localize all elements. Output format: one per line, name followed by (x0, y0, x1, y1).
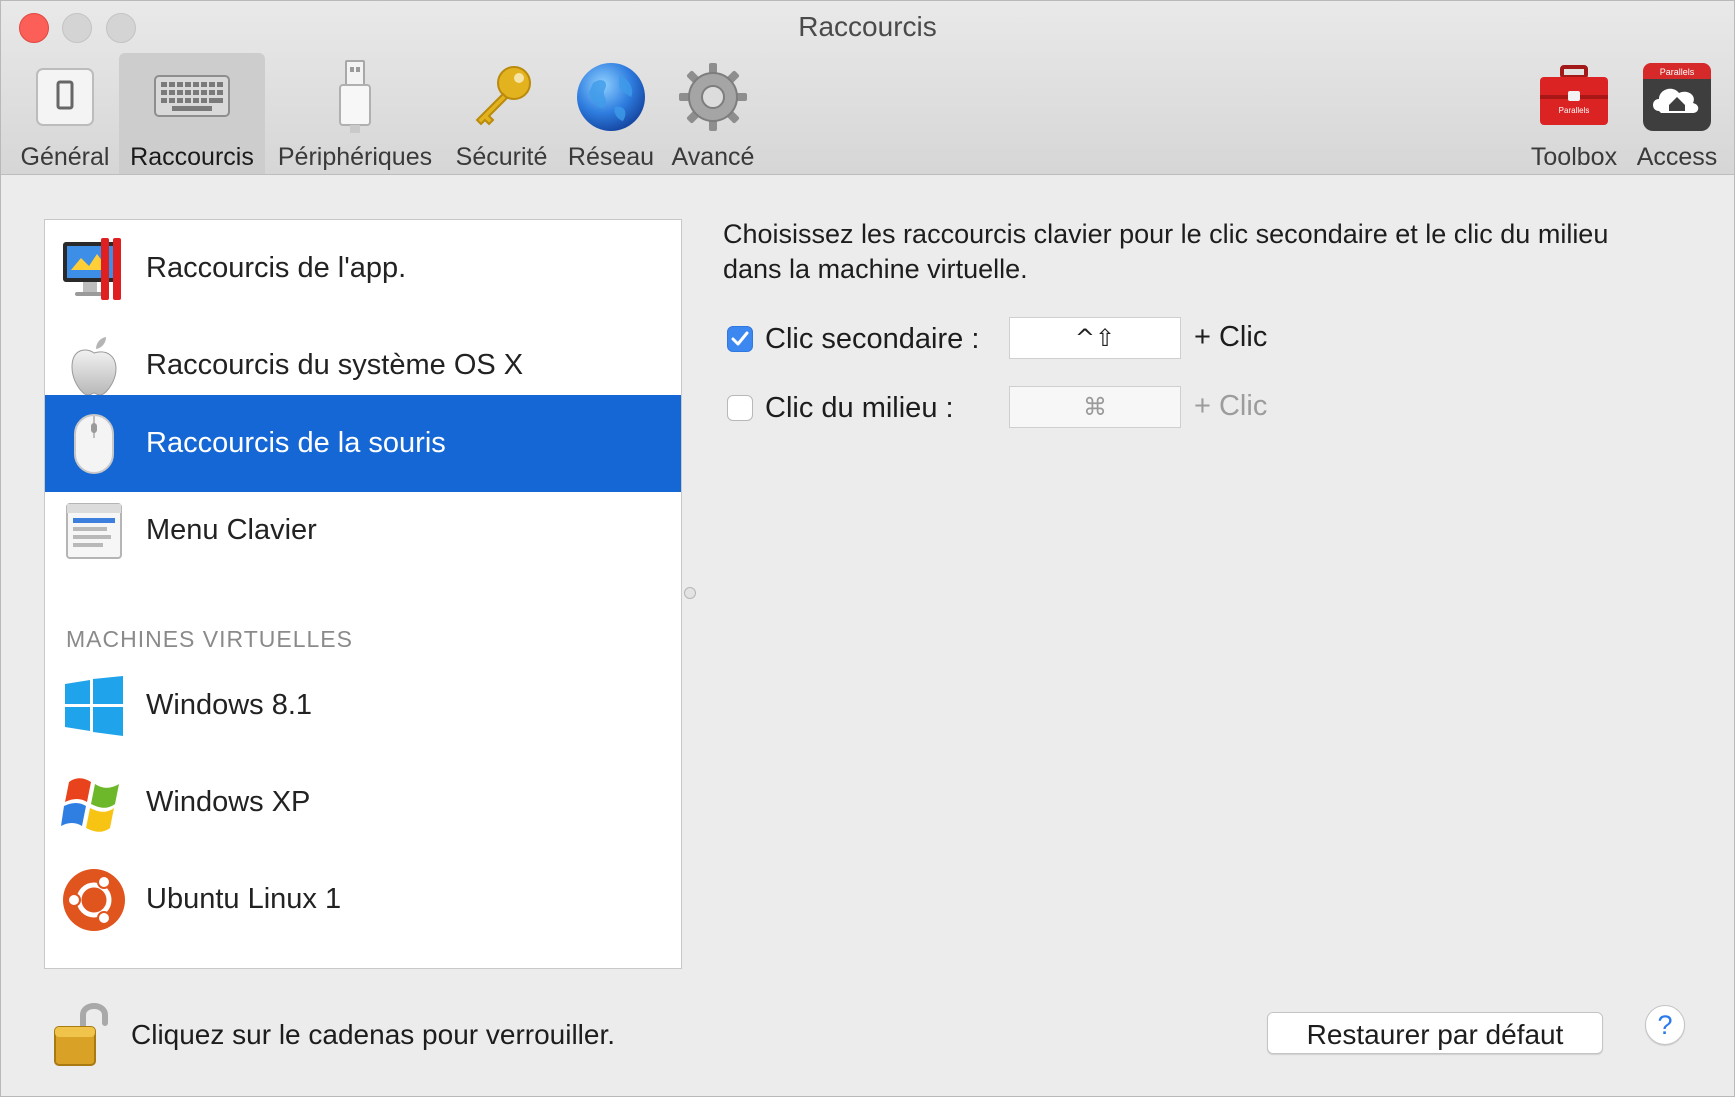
padlock-icon[interactable] (53, 999, 111, 1067)
toolbar: Raccourcis Général Raccourcis Périphériq… (1, 1, 1734, 175)
sidebar-item-label: Ubuntu Linux 1 (146, 883, 342, 915)
sidebar-item-label: Windows XP (146, 786, 311, 818)
keyboard-icon (152, 57, 232, 137)
sidebar-item-label: Raccourcis du système OS X (146, 349, 524, 381)
splitter-handle[interactable] (684, 587, 696, 599)
tab-label: Access (1636, 143, 1718, 171)
window-title: Raccourcis (798, 11, 937, 42)
tab-access[interactable]: Parallels Access (1629, 53, 1725, 174)
tab-securite[interactable]: Sécurité (449, 53, 554, 174)
access-icon: Parallels (1637, 57, 1717, 137)
restore-defaults-button[interactable]: Restaurer par défaut (1267, 1012, 1603, 1054)
general-icon (25, 57, 105, 137)
help-button[interactable]: ? (1645, 1005, 1685, 1045)
gear-icon (673, 57, 753, 137)
section-header-virtual-machines: MACHINES VIRTUELLES (66, 626, 353, 652)
tab-general[interactable]: Général (13, 53, 117, 174)
tab-label: Avancé (671, 143, 755, 171)
windowsxp-icon (59, 768, 129, 838)
sidebar-item-mouse-shortcuts[interactable]: Raccourcis de la souris (45, 395, 681, 492)
windows8-icon (59, 671, 129, 741)
svg-text:Parallels: Parallels (1660, 67, 1695, 77)
usb-icon (315, 57, 395, 137)
sidebar-item-label: Windows 8.1 (146, 689, 313, 721)
key-icon (462, 57, 542, 137)
sidebar-item-vm-windowsxp[interactable]: Windows XP (45, 754, 681, 851)
tab-label: Général (20, 143, 110, 171)
parallels-app-icon (59, 234, 129, 304)
middle-click-shortcut-field[interactable]: ⌘ (1009, 386, 1181, 428)
tab-peripheriques[interactable]: Périphériques (271, 53, 439, 174)
tab-label: Toolbox (1530, 143, 1618, 171)
sidebar-item-vm-windows81[interactable]: Windows 8.1 (45, 657, 681, 754)
sidebar-item-label: Raccourcis de l'app. (146, 252, 407, 284)
sidebar-item-label: Menu Clavier (146, 514, 317, 546)
mouse-icon (59, 409, 129, 479)
shortcuts-description: Choisissez les raccourcis clavier pour l… (723, 219, 1609, 284)
middle-click-suffix: + Clic (1194, 390, 1268, 422)
sidebar-item-vm-ubuntu[interactable]: Ubuntu Linux 1 (45, 851, 681, 948)
preferences-window: Raccourcis Général Raccourcis Périphériq… (0, 0, 1735, 1097)
tab-toolbox[interactable]: Parallels Toolbox (1523, 53, 1625, 174)
keyboard-menu-icon (59, 496, 129, 566)
tab-reseau[interactable]: Réseau (563, 53, 659, 174)
category-list: Raccourcis de l'app. Raccourcis du systè… (44, 219, 682, 969)
apple-icon (59, 331, 129, 401)
secondary-click-option: Clic secondaire : (727, 317, 979, 361)
lock-hint: Cliquez sur le cadenas pour verrouiller. (131, 1019, 616, 1050)
globe-icon (571, 57, 651, 137)
middle-click-option: Clic du milieu : (727, 386, 954, 430)
secondary-click-checkbox[interactable] (727, 326, 753, 352)
ubuntu-icon (59, 865, 129, 935)
sidebar-item-app-shortcuts[interactable]: Raccourcis de l'app. (45, 220, 681, 317)
toolbox-icon: Parallels (1534, 57, 1614, 137)
checkmark-icon (731, 331, 749, 346)
secondary-click-shortcut-field[interactable]: ^⇧ (1009, 317, 1181, 359)
sidebar-item-keyboard-menu[interactable]: Menu Clavier (45, 482, 681, 579)
tab-avance[interactable]: Avancé (665, 53, 761, 174)
middle-click-label: Clic du milieu : (765, 391, 954, 424)
secondary-click-suffix: + Clic (1194, 321, 1268, 353)
secondary-click-label: Clic secondaire : (765, 322, 980, 355)
tab-label: Réseau (567, 143, 655, 171)
tab-label: Raccourcis (130, 143, 254, 171)
tab-label: Sécurité (455, 143, 548, 171)
svg-text:Parallels: Parallels (1559, 106, 1590, 115)
middle-click-checkbox[interactable] (727, 395, 753, 421)
sidebar-item-label: Raccourcis de la souris (146, 427, 446, 459)
tab-label: Périphériques (277, 143, 433, 171)
tab-raccourcis[interactable]: Raccourcis (119, 53, 265, 174)
